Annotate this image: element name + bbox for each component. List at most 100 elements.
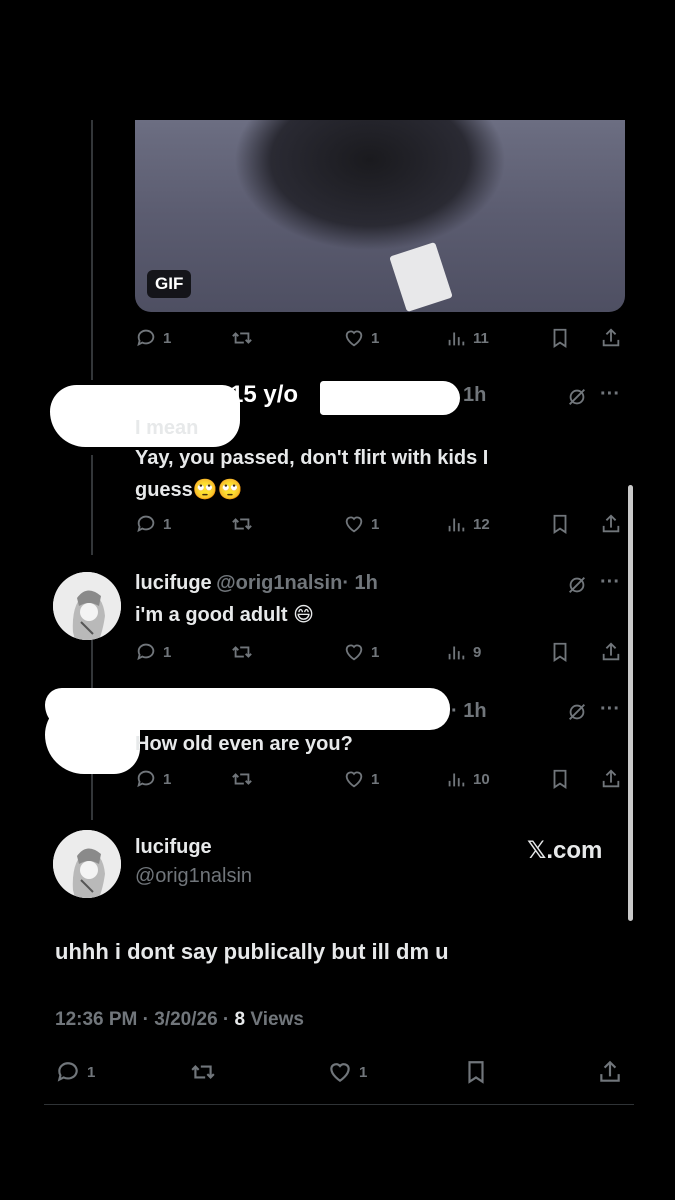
analytics-icon: [448, 773, 465, 787]
more-icon[interactable]: ···: [600, 383, 620, 406]
main-tweet-text: uhhh i dont say publically but ill dm u: [55, 939, 449, 964]
bookmark-button[interactable]: [549, 768, 571, 790]
display-name[interactable]: lucifuge: [135, 836, 212, 859]
heart-icon: [345, 330, 363, 347]
bookmark-button[interactable]: [549, 513, 571, 535]
grok-icon[interactable]: [566, 701, 588, 728]
more-icon[interactable]: ···: [600, 571, 620, 594]
like-button[interactable]: 1: [343, 768, 379, 790]
scrollbar[interactable]: [628, 485, 633, 921]
like-button[interactable]: 1: [343, 327, 379, 349]
avatar[interactable]: [53, 572, 121, 640]
tweet-text-line: I mean: [135, 417, 199, 439]
retweet-button[interactable]: [231, 768, 253, 790]
heart-icon: [345, 771, 363, 788]
avatar[interactable]: [53, 830, 121, 898]
bookmark-icon: [553, 769, 567, 789]
bookmark-icon: [553, 514, 567, 534]
main-actions: 1 1: [55, 1059, 625, 1089]
analytics-icon: [448, 332, 465, 346]
avatar-illustration: [53, 830, 121, 898]
thread-line: [91, 770, 93, 820]
bookmark-button[interactable]: [549, 327, 571, 349]
heart-icon: [345, 644, 363, 661]
share-icon: [602, 642, 620, 661]
tweet-meta: 12:36 PM · 3/20/26 · 8 Views: [55, 1009, 304, 1031]
reply-button[interactable]: 1: [55, 1059, 95, 1085]
reply-count: 1: [163, 643, 172, 661]
reply-count: 1: [163, 329, 172, 347]
reply-icon: [137, 770, 155, 788]
like-button[interactable]: 1: [343, 513, 379, 535]
share-icon: [600, 1060, 620, 1082]
like-button[interactable]: 1: [343, 641, 379, 663]
thread-line: [91, 455, 93, 555]
tweet-time[interactable]: 1h: [463, 384, 486, 407]
views-button[interactable]: 10: [445, 768, 490, 790]
tweet-text: How old even are you?: [135, 733, 353, 755]
share-button[interactable]: [597, 1059, 623, 1085]
retweet-icon: [232, 773, 252, 785]
user-handle[interactable]: @orig1nalsin: [135, 865, 252, 888]
timestamp[interactable]: 12:36 PM · 3/20/26 ·: [55, 1009, 235, 1030]
like-count: 1: [371, 515, 380, 533]
analytics-icon: [448, 518, 465, 532]
grok-icon[interactable]: [566, 574, 588, 601]
reply-button[interactable]: 1: [135, 641, 171, 663]
share-icon: [602, 769, 620, 788]
share-icon: [602, 328, 620, 347]
bookmark-button[interactable]: [463, 1059, 489, 1085]
retweet-icon: [232, 518, 252, 530]
gif-media[interactable]: GIF: [135, 120, 625, 312]
retweet-icon: [191, 1065, 215, 1079]
gif-paper-shape: [389, 242, 453, 312]
views-count: 10: [473, 770, 490, 788]
views-count: 8: [234, 1009, 246, 1030]
retweet-button[interactable]: [231, 513, 253, 535]
tweet-actions: 1 1 10: [135, 768, 625, 794]
bookmark-button[interactable]: [549, 641, 571, 663]
analytics-icon: [448, 646, 465, 660]
avatar-illustration: [53, 572, 121, 640]
reply-icon: [137, 515, 155, 533]
more-icon[interactable]: ···: [600, 698, 620, 721]
like-button[interactable]: 1: [327, 1059, 367, 1085]
heart-icon: [330, 1063, 350, 1082]
retweet-icon: [232, 332, 252, 344]
tweet-text-line: Yay, you passed, don't flirt with kids I: [135, 447, 489, 469]
bookmark-icon: [553, 642, 567, 662]
views-button[interactable]: 12: [445, 513, 490, 535]
share-button[interactable]: [600, 327, 622, 349]
views-button[interactable]: 11: [445, 327, 489, 349]
reply-count: 1: [163, 515, 172, 533]
tweet-header: lucifuge @orig1nalsin· 1h: [135, 572, 378, 595]
tweet-time[interactable]: · 1h: [342, 572, 378, 594]
reply-count: 1: [163, 770, 172, 788]
like-count: 1: [371, 770, 380, 788]
display-name[interactable]: lucifuge: [135, 572, 212, 594]
reply-icon: [137, 643, 155, 661]
user-handle[interactable]: @orig1nalsin: [216, 572, 342, 594]
tweet-actions: 1 1 11: [135, 327, 625, 353]
views-count: 11: [473, 329, 489, 347]
share-button[interactable]: [600, 513, 622, 535]
retweet-button[interactable]: [190, 1059, 216, 1085]
tweet-actions: 1 1 9: [135, 641, 625, 667]
share-button[interactable]: [600, 641, 622, 663]
redaction-bar: [320, 381, 460, 415]
reply-button[interactable]: 1: [135, 513, 171, 535]
tweet-time[interactable]: · 1h: [451, 700, 487, 723]
retweet-button[interactable]: [231, 641, 253, 663]
thread-line: [91, 120, 93, 380]
grok-icon[interactable]: [566, 386, 588, 413]
retweet-button[interactable]: [231, 327, 253, 349]
reply-icon: [57, 1062, 78, 1082]
reply-button[interactable]: 1: [135, 768, 171, 790]
redaction-label: 15 y/o: [230, 381, 299, 408]
like-count: 1: [371, 329, 380, 347]
share-button[interactable]: [600, 768, 622, 790]
reply-button[interactable]: 1: [135, 327, 171, 349]
views-button[interactable]: 9: [445, 641, 481, 663]
tweet-text: i'm a good adult 😄: [135, 604, 314, 626]
retweet-icon: [232, 646, 252, 658]
